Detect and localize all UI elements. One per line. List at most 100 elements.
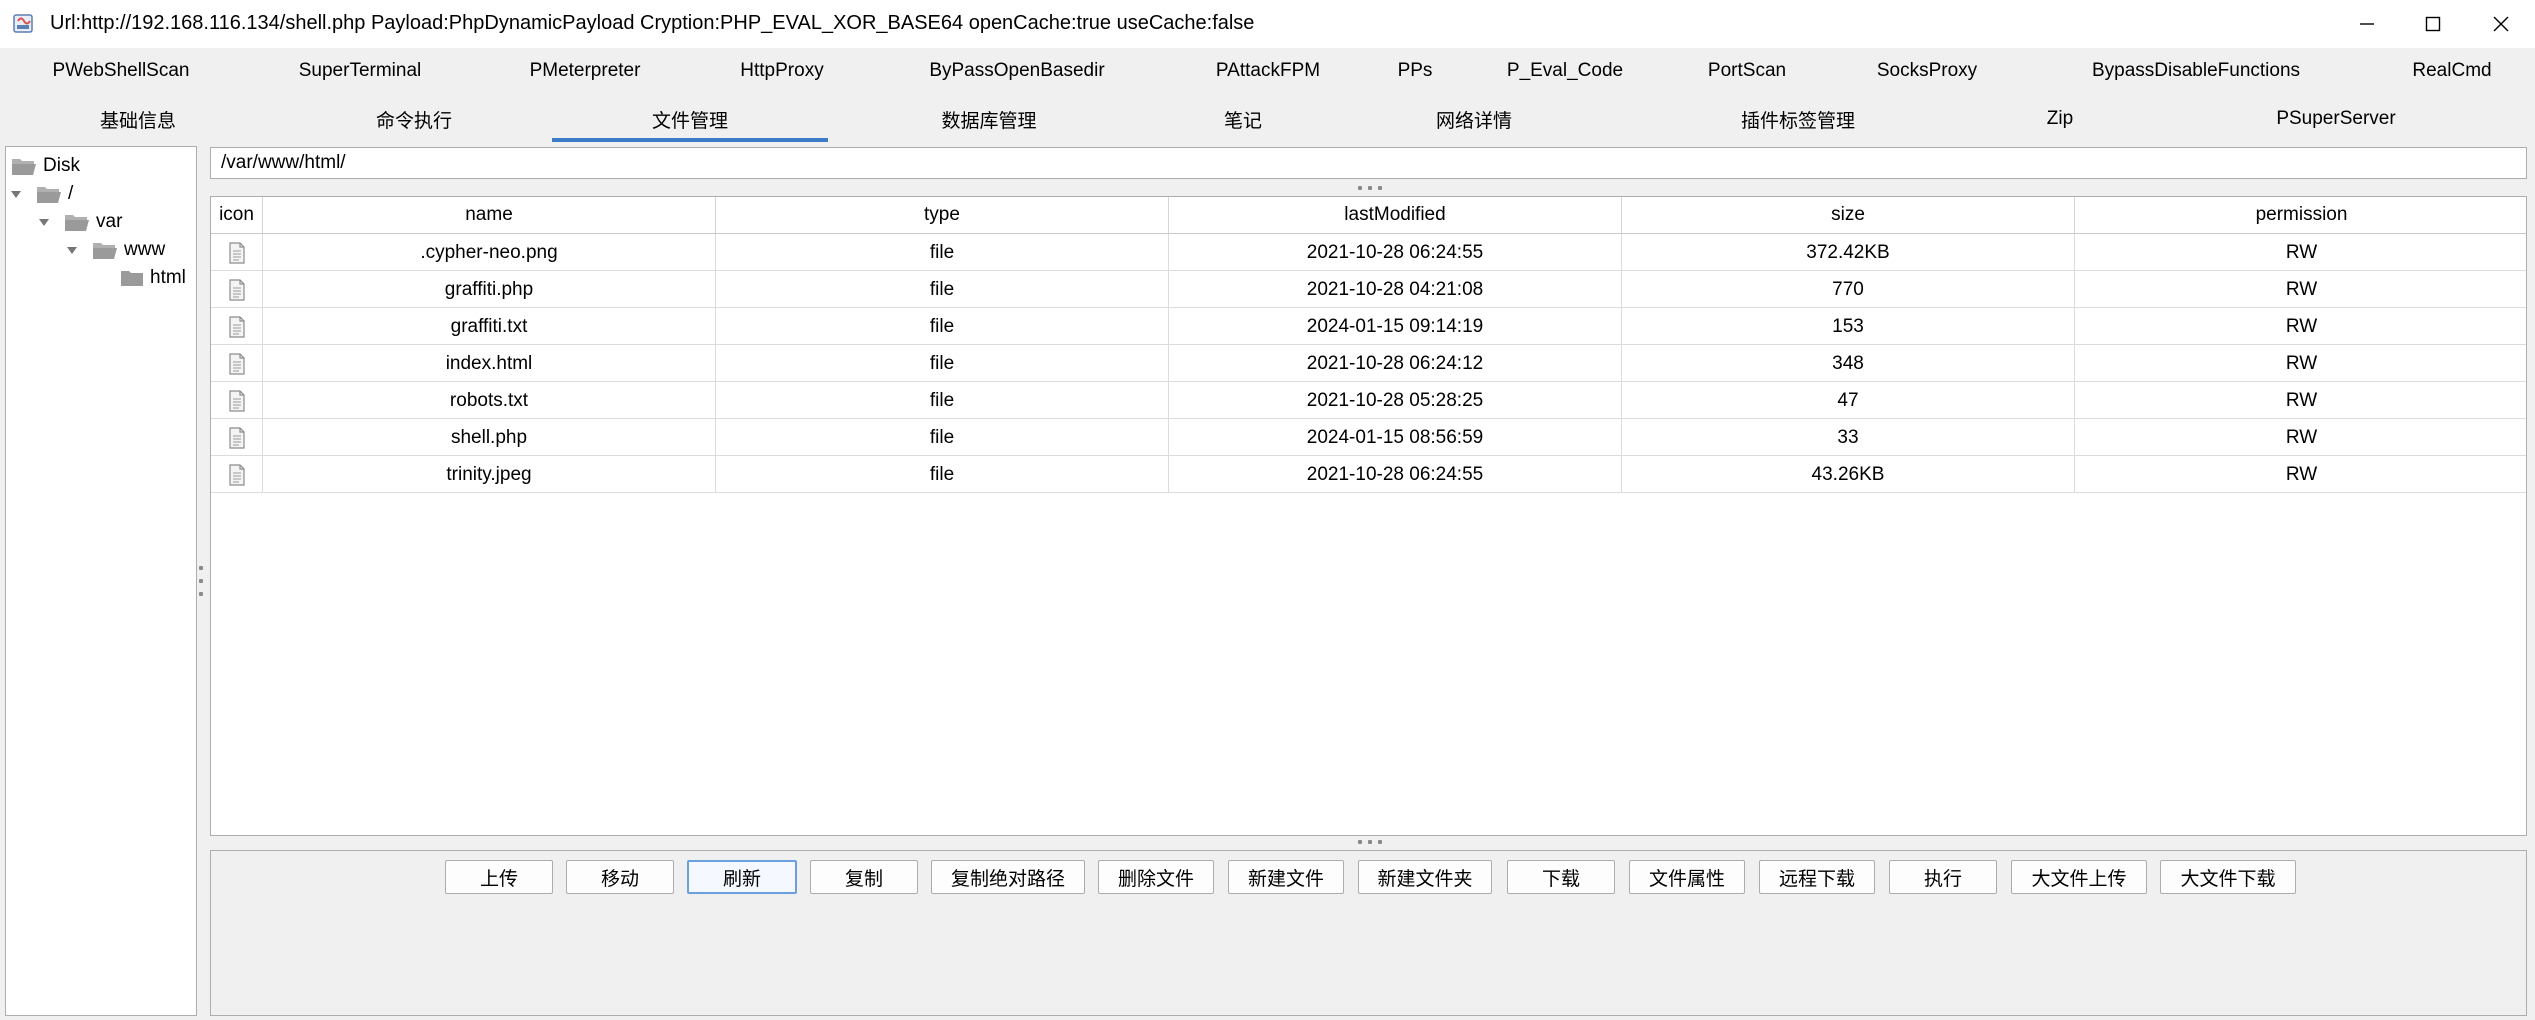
column-header-size[interactable]: size bbox=[1622, 197, 2075, 233]
tab-pmeterpreter[interactable]: PMeterpreter bbox=[478, 48, 692, 94]
chevron-down-icon bbox=[39, 219, 49, 226]
file-icon-cell bbox=[211, 456, 263, 493]
tree-label-disk: Disk bbox=[43, 155, 80, 176]
file-permission-cell: RW bbox=[2285, 241, 2318, 263]
file-permission-cell: RW bbox=[2285, 278, 2318, 300]
tab-network-details[interactable]: 网络详情 bbox=[1336, 96, 1612, 142]
tree-node-www[interactable]: www bbox=[64, 236, 165, 264]
java-app-icon bbox=[12, 11, 36, 35]
delete-file-button[interactable]: 删除文件 bbox=[1098, 860, 1214, 894]
table-row[interactable]: graffiti.txt file 2024-01-15 09:14:19 153 RW bbox=[211, 308, 2526, 345]
file-name-cell: robots.txt bbox=[263, 382, 716, 419]
file-icon bbox=[228, 241, 245, 264]
remote-download-button[interactable]: 远程下载 bbox=[1759, 860, 1875, 894]
table-header: icon name type lastModified size permiss… bbox=[211, 197, 2526, 234]
table-row[interactable]: shell.php file 2024-01-15 08:56:59 33 RW bbox=[211, 419, 2526, 456]
column-header-name[interactable]: name bbox=[263, 197, 716, 233]
column-header-type[interactable]: type bbox=[716, 197, 1169, 233]
file-size-cell: 153 bbox=[1622, 308, 2075, 345]
new-folder-button[interactable]: 新建文件夹 bbox=[1358, 860, 1492, 894]
tree-node-html[interactable]: html bbox=[120, 264, 186, 292]
tab-portscan[interactable]: PortScan bbox=[1674, 48, 1820, 94]
minimize-button[interactable] bbox=[2334, 0, 2400, 48]
file-icon bbox=[228, 463, 245, 486]
open-folder-icon bbox=[12, 159, 36, 175]
tree-node-disk[interactable]: Disk bbox=[11, 152, 80, 180]
tree-node-root[interactable]: / bbox=[8, 180, 73, 208]
open-folder-icon bbox=[37, 187, 61, 203]
close-button[interactable] bbox=[2468, 0, 2534, 48]
app-window: Url:http://192.168.116.134/shell.php Pay… bbox=[0, 0, 2535, 1020]
file-size-cell: 770 bbox=[1622, 271, 2075, 308]
execute-button[interactable]: 执行 bbox=[1889, 860, 1997, 894]
vertical-splitter-handle[interactable] bbox=[196, 566, 206, 596]
tab-file-manager[interactable]: 文件管理 bbox=[552, 96, 828, 142]
tab-socksproxy[interactable]: SocksProxy bbox=[1820, 48, 2034, 94]
tab-psuperserver[interactable]: PSuperServer bbox=[2136, 96, 2535, 142]
tree-label-var: var bbox=[96, 211, 123, 232]
file-properties-button[interactable]: 文件属性 bbox=[1629, 860, 1745, 894]
table-row[interactable]: trinity.jpeg file 2021-10-28 06:24:55 43.26… bbox=[211, 456, 2526, 493]
upload-button[interactable]: 上传 bbox=[445, 860, 553, 894]
table-row[interactable]: graffiti.php file 2021-10-28 04:21:08 770 RW bbox=[211, 271, 2526, 308]
file-icon-cell bbox=[211, 271, 263, 308]
file-name-cell: graffiti.php bbox=[263, 271, 716, 308]
tab-bypassdisablefunctions[interactable]: BypassDisableFunctions bbox=[2034, 48, 2358, 94]
window-title: Url:http://192.168.116.134/shell.php Pay… bbox=[50, 12, 1255, 34]
file-table[interactable]: icon name type lastModified size permiss… bbox=[210, 196, 2527, 836]
tab-notes[interactable]: 笔记 bbox=[1150, 96, 1336, 142]
tab-superterminal[interactable]: SuperTerminal bbox=[242, 48, 478, 94]
refresh-button[interactable]: 刷新 bbox=[687, 860, 797, 894]
file-icon bbox=[228, 315, 245, 338]
file-name-cell: .cypher-neo.png bbox=[263, 234, 716, 271]
tab-basic-info[interactable]: 基础信息 bbox=[0, 96, 276, 142]
tab-httpproxy[interactable]: HttpProxy bbox=[692, 48, 872, 94]
copy-button[interactable]: 复制 bbox=[810, 860, 918, 894]
tab-database-manager[interactable]: 数据库管理 bbox=[828, 96, 1150, 142]
tab-command-exec[interactable]: 命令执行 bbox=[276, 96, 552, 142]
file-last-modified-cell: 2021-10-28 06:24:12 bbox=[1169, 345, 1622, 382]
tab-realcmd[interactable]: RealCmd bbox=[2358, 48, 2535, 94]
tab-bypassopenbasedir[interactable]: ByPassOpenBasedir bbox=[872, 48, 1162, 94]
file-last-modified-cell: 2021-10-28 06:24:55 bbox=[1169, 456, 1622, 493]
column-header-icon[interactable]: icon bbox=[211, 197, 263, 233]
file-icon bbox=[228, 278, 245, 301]
open-folder-icon bbox=[65, 215, 89, 231]
file-type-cell: file bbox=[716, 234, 1169, 271]
table-row[interactable]: index.html file 2021-10-28 06:24:12 348 RW bbox=[211, 345, 2526, 382]
file-type-cell: file bbox=[716, 419, 1169, 456]
tab-pattackfpm[interactable]: PAttackFPM bbox=[1162, 48, 1374, 94]
column-header-permission[interactable]: permission bbox=[2075, 197, 2526, 233]
new-file-button[interactable]: 新建文件 bbox=[1228, 860, 1344, 894]
download-button[interactable]: 下载 bbox=[1507, 860, 1615, 894]
file-type-cell: file bbox=[716, 308, 1169, 345]
tab-pwebshellscan[interactable]: PWebShellScan bbox=[0, 48, 242, 94]
file-icon-cell bbox=[211, 234, 263, 271]
maximize-button[interactable] bbox=[2400, 0, 2466, 48]
large-file-upload-button[interactable]: 大文件上传 bbox=[2011, 860, 2147, 894]
file-type-cell: file bbox=[716, 271, 1169, 308]
horizontal-splitter-handle-bottom[interactable] bbox=[1358, 839, 1382, 845]
tab-zip[interactable]: Zip bbox=[1984, 96, 2136, 142]
file-permission-cell: RW bbox=[2285, 426, 2318, 448]
large-file-download-button[interactable]: 大文件下载 bbox=[2160, 860, 2296, 894]
file-size-cell: 33 bbox=[1622, 419, 2075, 456]
file-icon-cell bbox=[211, 382, 263, 419]
column-header-last-modified[interactable]: lastModified bbox=[1169, 197, 1622, 233]
file-last-modified-cell: 2024-01-15 09:14:19 bbox=[1169, 308, 1622, 345]
tab-plugin-tag-manager[interactable]: 插件标签管理 bbox=[1612, 96, 1984, 142]
horizontal-splitter-handle[interactable] bbox=[1358, 185, 1382, 191]
move-button[interactable]: 移动 bbox=[566, 860, 674, 894]
file-icon bbox=[228, 389, 245, 412]
tab-pps[interactable]: PPs bbox=[1374, 48, 1456, 94]
table-row[interactable]: .cypher-neo.png file 2021-10-28 06:24:55 37… bbox=[211, 234, 2526, 271]
copy-absolute-path-button[interactable]: 复制绝对路径 bbox=[931, 860, 1085, 894]
tab-p-eval-code[interactable]: P_Eval_Code bbox=[1456, 48, 1674, 94]
title-bar[interactable]: Url:http://192.168.116.134/shell.php Pay… bbox=[0, 0, 2535, 48]
tree-label-www: www bbox=[124, 239, 166, 260]
table-row[interactable]: robots.txt file 2021-10-28 05:28:25 47 RW bbox=[211, 382, 2526, 419]
tree-node-var[interactable]: var bbox=[36, 208, 122, 236]
file-type-cell: file bbox=[716, 382, 1169, 419]
path-input[interactable]: /var/www/html/ bbox=[210, 147, 2527, 179]
directory-tree[interactable]: Disk / var www html bbox=[5, 146, 197, 1016]
